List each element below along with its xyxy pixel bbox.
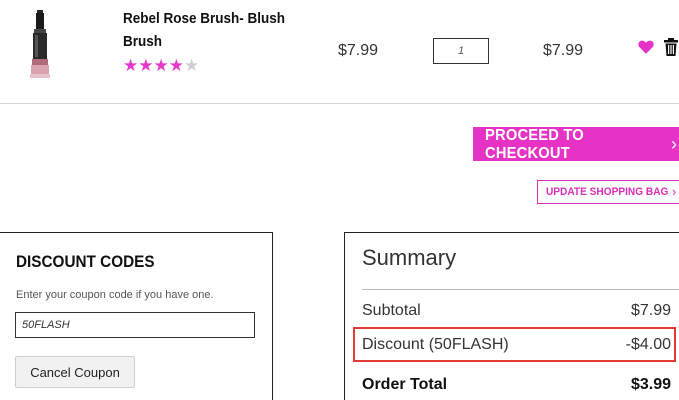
summary-title: Summary [362,245,457,270]
makeup-brush-image [30,10,50,78]
quantity-input[interactable] [433,38,489,64]
update-shopping-bag-button[interactable]: UPDATE SHOPPING BAG › [537,180,679,204]
checkout-label: PROCEED TO CHECKOUT [485,127,584,162]
star-icon: ★ [153,56,169,75]
star-icon: ★ [123,56,139,75]
cancel-coupon-button[interactable]: Cancel Coupon [15,356,135,388]
rating-stars: ★★★★★ [123,56,199,76]
discount-value: -$4.00 [625,336,671,353]
discount-help-text: Enter your coupon code if you have one. [16,289,214,301]
proceed-to-checkout-button[interactable]: PROCEED TO CHECKOUT › [473,127,679,162]
coupon-code-input[interactable] [15,312,255,338]
subtotal-value: $7.99 [630,302,671,319]
row-divider [0,103,679,104]
star-icon: ★ [138,56,154,75]
order-total-label: Order Total [362,376,448,393]
discount-label: Discount (50FLASH) [362,336,509,353]
chevron-right-icon: › [672,184,677,199]
summary-divider [362,289,679,290]
update-label: UPDATE SHOPPING BAG [546,186,669,198]
unit-price: $7.99 [338,42,379,59]
subtotal-label: Subtotal [362,302,421,319]
discount-codes-title: DISCOUNT CODES [16,252,155,271]
line-total: $7.99 [543,42,584,59]
star-icon: ★ [168,56,184,75]
chevron-right-icon: › [671,134,677,154]
trash-icon[interactable] [664,38,678,56]
order-total-value: $3.99 [630,376,671,393]
product-image[interactable] [20,8,60,80]
shopping-bag-page: Rebel Rose Brush- Blush Brush ★★★★★ $7.9… [0,0,679,400]
product-name[interactable]: Rebel Rose Brush- Blush Brush [123,7,294,53]
star-empty-icon: ★ [184,56,200,75]
heart-icon[interactable] [637,38,655,56]
